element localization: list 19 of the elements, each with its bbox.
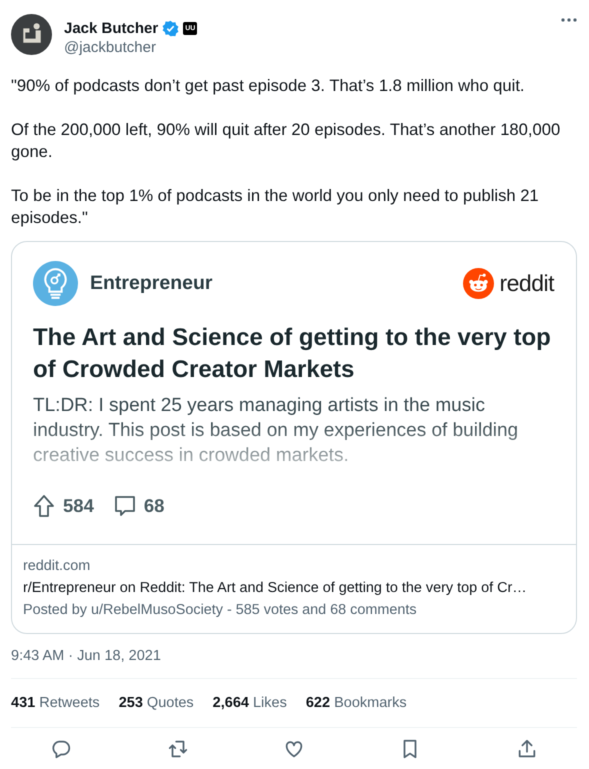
- link-domain: reddit.com: [23, 557, 92, 576]
- engagement-stat[interactable]: 622 Bookmarks: [306, 695, 407, 711]
- engagement-stat[interactable]: 253 Quotes: [118, 695, 194, 711]
- upvote-count: 584: [63, 495, 94, 517]
- comment-count: 68: [144, 495, 164, 517]
- engagement-stat[interactable]: 431 Retweets: [11, 695, 100, 711]
- brand-wordmark: reddit: [499, 270, 554, 297]
- engagement-stat[interactable]: 2,664 Likes: [212, 695, 287, 711]
- tweet-paragraph: "90% of podcasts don’t get past episode 3. That’s 1.8 million who quit.: [11, 75, 526, 97]
- tweet-paragraph: To be in the top 1% of podcasts in the world you only need to publish 21 episodes.": [11, 185, 540, 229]
- author-handle[interactable]: @jackbutcher: [64, 39, 549, 56]
- link-title: r/Entrepreneur on Reddit: The Art and Science of getting to the very top of Cr…: [23, 579, 528, 598]
- post-summary: TL:DR: I spent 25 years managing artists in the music industry. This post is based on my experiences of building creative success in crowded markets.: [33, 394, 520, 468]
- community-name: Entrepreneur: [90, 272, 214, 295]
- post-title: The Art and Science of getting to the very top of Crowded Creator Markets: [33, 323, 552, 385]
- tweet-paragraph: Of the 200,000 left, 90% will quit after 20 episodes. That’s another 180,000 gone.: [11, 119, 562, 163]
- author-name[interactable]: Jack Butcher: [64, 20, 158, 37]
- link-description: Posted by u/RebelMusoSociety - 585 votes and 68 comments: [23, 601, 418, 620]
- tweet-timestamp[interactable]: 9:43 AM · Jun 18, 2021: [11, 634, 577, 678]
